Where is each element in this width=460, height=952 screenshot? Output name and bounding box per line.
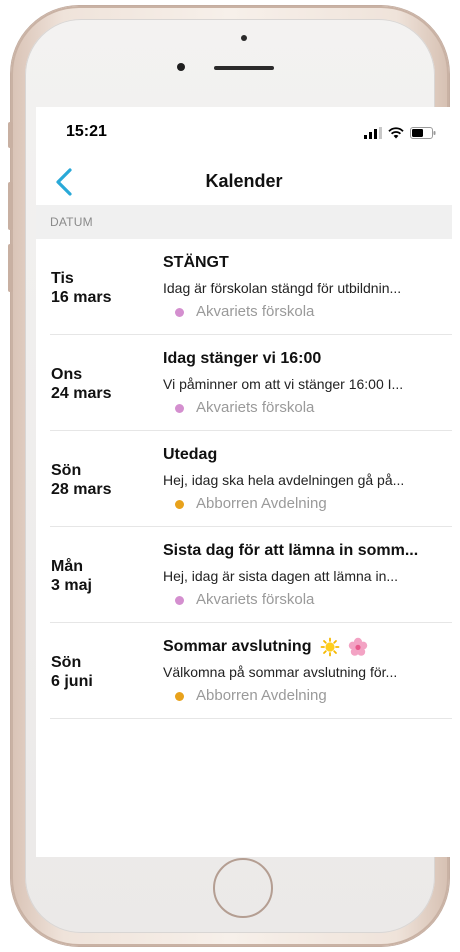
- volume-up-button: [8, 182, 13, 230]
- tag-color-dot: [175, 499, 184, 509]
- front-camera: [177, 63, 185, 71]
- cellular-signal-icon: [364, 127, 382, 139]
- event-date: Sön 6 juni: [51, 653, 93, 691]
- event-day-month: 16 mars: [51, 289, 112, 306]
- event-title: STÄNGT: [163, 254, 229, 271]
- event-day-month: 6 juni: [51, 673, 93, 690]
- event-title-row: Sommar avslutning: [163, 637, 452, 657]
- event-tag: Abborren Avdelning: [163, 495, 452, 513]
- event-tag-label: Akvariets förskola: [196, 591, 315, 608]
- tag-color-dot: [175, 307, 184, 317]
- event-weekday: Mån: [51, 558, 83, 575]
- event-weekday: Tis: [51, 270, 74, 287]
- tag-color-dot: [175, 403, 184, 413]
- event-day-month: 24 mars: [51, 385, 112, 402]
- event-weekday: Ons: [51, 366, 83, 383]
- event-weekday: Sön: [51, 654, 82, 671]
- tag-color-dot: [175, 595, 184, 605]
- event-body: Utedag Hej, idag ska hela avdelningen gå…: [163, 445, 452, 513]
- tag-color-dot: [175, 691, 184, 701]
- status-icons: [364, 127, 436, 139]
- event-list: Tis 16 mars STÄNGT Idag är förskolan stä…: [36, 239, 452, 719]
- event-description: Idag är förskolan stängd för utbildnin..…: [163, 280, 402, 296]
- app-screen: 15:21 Kalender DATUM Tis 16 mars STÄNGT …: [36, 107, 452, 857]
- event-description: Hej, idag är sista dagen att lämna in...: [163, 568, 399, 584]
- event-title: Idag stänger vi 16:00: [163, 350, 322, 367]
- section-header: DATUM: [36, 205, 452, 239]
- event-title: Sista dag för att lämna in somm...: [163, 542, 419, 559]
- event-description: Vi påminner om att vi stänger 16:00 I...: [163, 376, 404, 392]
- page-title: Kalender: [205, 171, 283, 191]
- event-day-month: 28 mars: [51, 481, 112, 498]
- event-body: Idag stänger vi 16:00 Vi påminner om att…: [163, 349, 452, 417]
- volume-down-button: [8, 244, 13, 292]
- event-tag: Akvariets förskola: [163, 591, 452, 609]
- event-title: Utedag: [163, 446, 218, 463]
- event-row[interactable]: Ons 24 mars Idag stänger vi 16:00 Vi påm…: [50, 335, 452, 431]
- event-row[interactable]: Sön 28 mars Utedag Hej, idag ska hela av…: [50, 431, 452, 527]
- event-weekday: Sön: [51, 462, 82, 479]
- battery-icon: [410, 127, 436, 139]
- home-button[interactable]: [213, 858, 273, 918]
- navigation-bar: Kalender: [36, 159, 452, 205]
- flower-icon: [349, 637, 368, 656]
- event-row[interactable]: Tis 16 mars STÄNGT Idag är förskolan stä…: [50, 239, 452, 335]
- event-description: Välkomna på sommar avslutning för...: [163, 664, 398, 681]
- event-title: Sommar avslutning: [163, 638, 312, 656]
- event-row[interactable]: Sön 6 juni Sommar avslutning Välkomna på…: [50, 623, 452, 719]
- event-tag-label: Akvariets förskola: [196, 399, 315, 416]
- event-tag: Akvariets förskola: [163, 399, 452, 417]
- event-tag: Akvariets förskola: [163, 303, 452, 321]
- event-tag-label: Abborren Avdelning: [196, 495, 327, 512]
- event-body: Sista dag för att lämna in somm... Hej, …: [163, 541, 452, 609]
- event-tag-label: Abborren Avdelning: [196, 687, 327, 705]
- proximity-sensor: [241, 35, 247, 41]
- event-date: Mån 3 maj: [51, 557, 92, 595]
- section-header-label: DATUM: [50, 215, 93, 229]
- event-tag: Abborren Avdelning: [163, 687, 452, 705]
- event-body: STÄNGT Idag är förskolan stängd för utbi…: [163, 253, 452, 321]
- event-row[interactable]: Mån 3 maj Sista dag för att lämna in som…: [50, 527, 452, 623]
- event-description: Hej, idag ska hela avdelningen gå på...: [163, 472, 405, 488]
- earpiece-speaker: [214, 66, 274, 70]
- event-body: Sommar avslutning Välkomna på sommar avs…: [163, 637, 452, 705]
- status-time: 15:21: [66, 123, 107, 140]
- event-date: Sön 28 mars: [51, 461, 112, 499]
- silent-switch: [8, 122, 13, 148]
- status-bar: 15:21: [36, 107, 452, 155]
- event-day-month: 3 maj: [51, 577, 92, 594]
- event-date: Tis 16 mars: [51, 269, 112, 307]
- event-tag-label: Akvariets förskola: [196, 303, 315, 320]
- event-date: Ons 24 mars: [51, 365, 112, 403]
- wifi-icon: [388, 127, 404, 139]
- sun-icon: [320, 637, 340, 657]
